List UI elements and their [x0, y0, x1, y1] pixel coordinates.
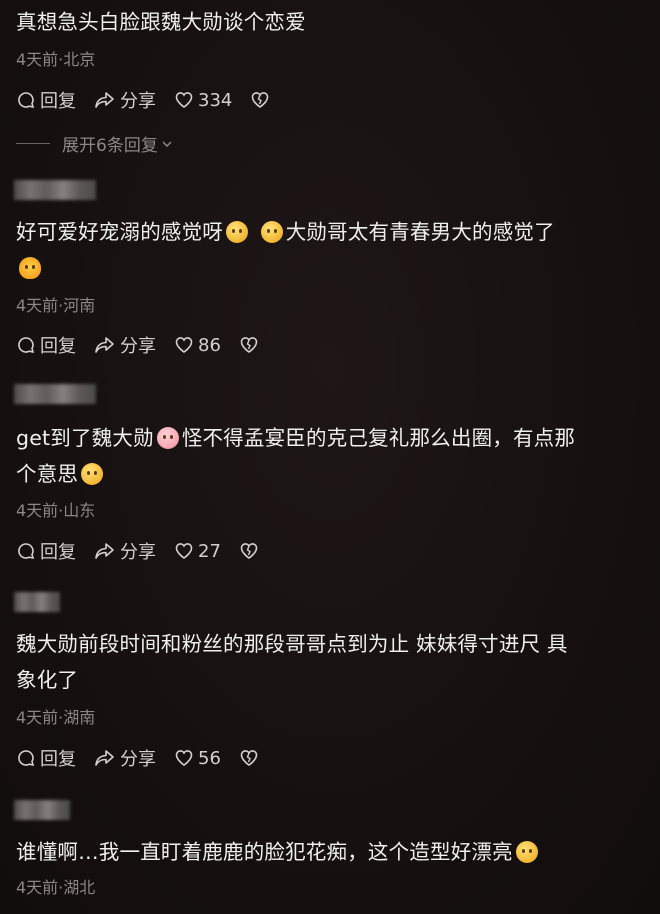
like-button[interactable]: 56: [174, 748, 221, 769]
dislike-button[interactable]: [239, 748, 263, 768]
broken-heart-icon: [252, 92, 269, 108]
heart-icon: [175, 543, 193, 559]
share-button[interactable]: 分享: [94, 87, 156, 113]
comment-text: 好可爱好宠溺的感觉呀 大勋哥太有青春男大的感觉了: [16, 214, 646, 286]
comment-feed: 真想急头白脸跟魏大勋谈个恋爱 4天前·北京 回复 分享 334 展开6条回复 好…: [0, 0, 660, 914]
reply-bubble-icon: [18, 92, 35, 109]
reply-bubble-icon: [18, 543, 35, 560]
comment-actions: 回复 分享 86: [16, 332, 281, 358]
heart-icon: [175, 92, 193, 108]
comment-text-part: 象化了: [16, 668, 79, 692]
reply-button[interactable]: 回复: [16, 745, 76, 771]
dislike-button[interactable]: [250, 90, 274, 110]
comment-text-part: 大勋哥太有青春男大的感觉了: [285, 220, 555, 244]
like-count: 56: [198, 747, 221, 769]
expand-replies-button[interactable]: 展开6条回复: [16, 131, 174, 156]
comment-text-part: 好可爱好宠溺的感觉呀: [16, 220, 223, 244]
comment-actions: 回复 分享 56: [16, 745, 281, 771]
smile-emoji-icon: [81, 463, 104, 485]
chick-emoji-icon: [19, 257, 41, 279]
avatar[interactable]: [14, 180, 96, 200]
avatar[interactable]: [14, 800, 70, 820]
reply-button[interactable]: 回复: [16, 332, 76, 358]
comment-meta: 4天前·湖北: [16, 878, 96, 897]
dislike-button[interactable]: [239, 335, 263, 355]
share-arrow-icon: [95, 92, 114, 108]
reply-bubble-icon: [18, 750, 35, 767]
share-button[interactable]: 分享: [94, 745, 156, 771]
chevron-down-icon: [162, 140, 172, 147]
comment-text: 真想急头白脸跟魏大勋谈个恋爱: [16, 10, 306, 34]
like-count: 334: [198, 89, 233, 111]
share-arrow-icon: [95, 543, 114, 559]
shy-emoji-icon: [515, 841, 538, 863]
comment-meta: 4天前·湖南: [16, 708, 96, 727]
comment-text-part: 个意思: [16, 462, 79, 486]
reply-bubble-icon: [18, 337, 35, 354]
comment-meta: 4天前·山东: [16, 501, 96, 520]
comment-text: get到了魏大勋 怪不得孟宴臣的克己复礼那么出圈，有点那 个意思: [16, 420, 646, 492]
like-count: 86: [198, 334, 221, 356]
comment-text-part: get到了魏大勋: [16, 426, 154, 450]
avatar[interactable]: [14, 592, 60, 612]
share-arrow-icon: [95, 337, 114, 353]
reply-label: 回复: [40, 749, 76, 770]
share-button[interactable]: 分享: [94, 332, 156, 358]
comment-text-part: 魏大勋前段时间和粉丝的那段哥哥点到为止 妹妹得寸进尺 具: [16, 632, 568, 656]
reply-label: 回复: [40, 336, 76, 357]
comment-text: 谁懂啊…我一直盯着鹿鹿的脸犯花痴，这个造型好漂亮: [16, 834, 646, 870]
like-button[interactable]: 27: [174, 541, 221, 562]
expand-label: 展开6条回复: [62, 136, 158, 156]
pig-emoji-icon: [156, 427, 179, 449]
comment-text-part: 谁懂啊…我一直盯着鹿鹿的脸犯花痴，这个造型好漂亮: [16, 840, 513, 864]
reply-button[interactable]: 回复: [16, 538, 76, 564]
comment-text-part: 怪不得孟宴臣的克己复礼那么出圈，有点那: [181, 426, 576, 450]
share-label: 分享: [120, 91, 156, 112]
share-label: 分享: [120, 749, 156, 770]
comment-actions: 回复 分享 27: [16, 538, 281, 564]
comment-actions: 回复 分享 334: [16, 87, 292, 113]
share-label: 分享: [120, 336, 156, 357]
reply-button[interactable]: 回复: [16, 87, 76, 113]
share-label: 分享: [120, 542, 156, 563]
broken-heart-icon: [240, 543, 258, 559]
comment-text: 魏大勋前段时间和粉丝的那段哥哥点到为止 妹妹得寸进尺 具 象化了: [16, 626, 646, 698]
share-button[interactable]: 分享: [94, 538, 156, 564]
comment-meta: 4天前·河南: [16, 296, 96, 315]
comment-meta: 4天前·北京: [16, 50, 96, 69]
like-count: 27: [198, 540, 221, 562]
broken-heart-icon: [240, 337, 258, 353]
reply-label: 回复: [40, 91, 76, 112]
share-arrow-icon: [95, 750, 114, 766]
heart-icon: [175, 750, 193, 766]
divider-line: [16, 143, 50, 144]
like-button[interactable]: 334: [174, 90, 232, 111]
smile-emoji-icon: [226, 221, 248, 243]
avatar[interactable]: [14, 384, 96, 404]
broken-heart-icon: [240, 750, 258, 766]
smile-emoji-icon: [260, 221, 283, 243]
like-button[interactable]: 86: [174, 335, 221, 356]
dislike-button[interactable]: [239, 541, 263, 561]
heart-icon: [175, 337, 193, 353]
reply-label: 回复: [40, 542, 76, 563]
